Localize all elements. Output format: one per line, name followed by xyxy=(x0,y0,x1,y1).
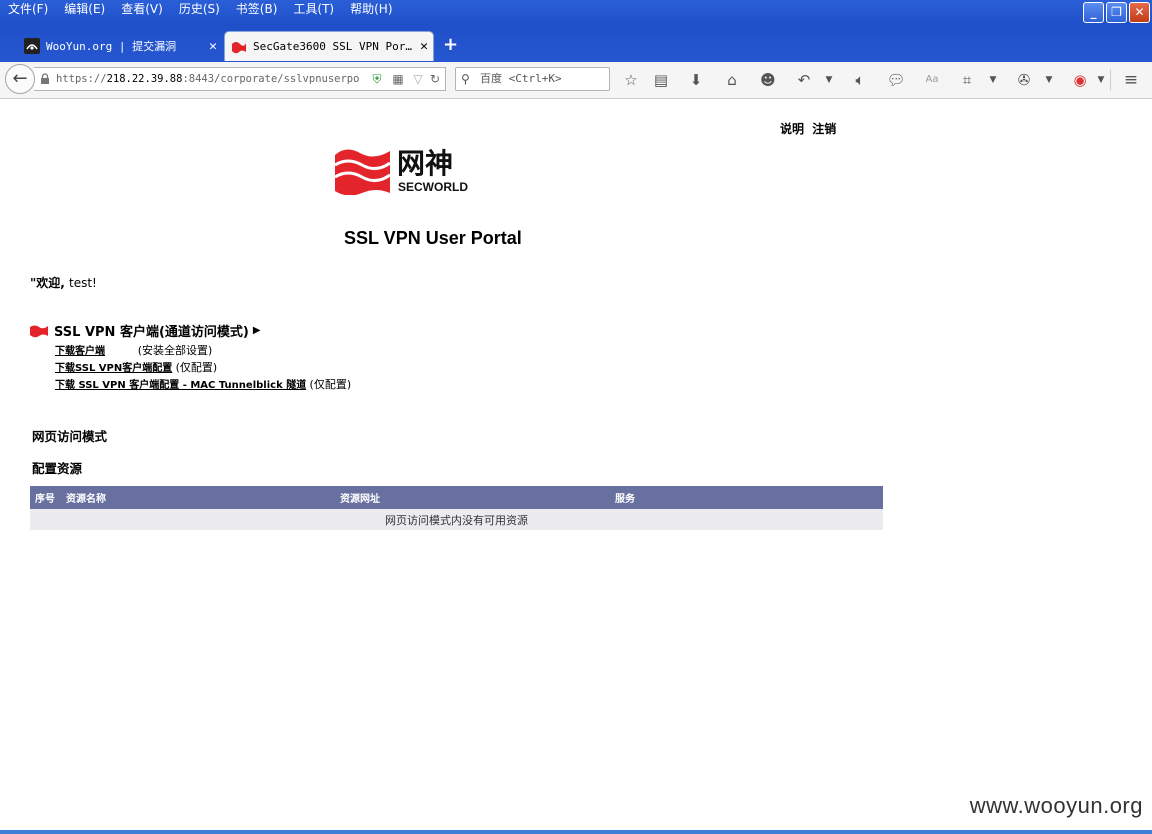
download-row: 下载 SSL VPN 客户端配置 - MAC Tunnelblick 隧道 (仅… xyxy=(55,378,352,391)
downloads-icon[interactable]: ⬇ xyxy=(685,69,707,91)
web-mode-heading: 网页访问模式 xyxy=(32,429,108,444)
resources-heading: 配置资源 xyxy=(32,461,83,476)
chat-bubble-icon[interactable]: 💬︎ xyxy=(885,69,907,91)
menu-file[interactable]: 文件(F) xyxy=(0,0,56,20)
home-icon[interactable]: ⌂ xyxy=(721,69,743,91)
resources-table: 序号 资源名称 资源网址 服务 网页访问模式内没有可用资源 xyxy=(30,486,883,530)
tab-label: WooYun.org | 提交漏洞 xyxy=(46,40,177,53)
table-row: 网页访问模式内没有可用资源 xyxy=(30,509,883,530)
menu-edit[interactable]: 编辑(E) xyxy=(56,0,113,20)
close-window-button[interactable]: ✕ xyxy=(1129,2,1150,23)
vpn-client-heading[interactable]: SSL VPN 客户端(通道访问模式) ▶ xyxy=(30,321,261,340)
smiley-icon[interactable]: ☻ xyxy=(757,69,779,91)
chevron-down-icon[interactable]: ▼ xyxy=(1038,69,1060,91)
chevron-down-icon[interactable]: ▼ xyxy=(982,69,1004,91)
menu-bookmarks[interactable]: 书签(B) xyxy=(228,0,286,20)
crop-icon[interactable]: ⌗ xyxy=(956,69,978,91)
menu-view[interactable]: 查看(V) xyxy=(113,0,171,20)
secworld-favicon-icon xyxy=(232,41,246,53)
dropdown-icon[interactable]: ▽ xyxy=(411,72,425,86)
back-arrow-icon: ← xyxy=(12,68,28,89)
download-client-link[interactable]: 下载客户端 xyxy=(55,346,105,357)
speaker-icon[interactable]: 🔈︎ xyxy=(849,69,871,91)
logout-link[interactable]: 注销 xyxy=(812,122,836,136)
search-input[interactable]: ⚲ 百度 <Ctrl+K> xyxy=(455,67,610,91)
col-resource-url: 资源网址 xyxy=(340,494,380,505)
restore-button[interactable]: ❐ xyxy=(1106,2,1127,23)
portal-page: 说明 注销 网神 SECWORLD SSL VPN User Portal "欢… xyxy=(0,99,1152,830)
table-header-row: 序号 资源名称 资源网址 服务 xyxy=(30,486,883,509)
watermark: www.wooyun.org xyxy=(969,793,1143,818)
col-service: 服务 xyxy=(615,494,635,505)
download-row: 下载SSL VPN客户端配置 (仅配置) xyxy=(55,361,218,374)
page-title: SSL VPN User Portal xyxy=(344,228,522,248)
bottom-border xyxy=(0,830,1152,834)
reader-mode-icon[interactable]: Aa xyxy=(921,69,943,91)
tab-label: SecGate3600 SSL VPN Por… xyxy=(253,40,412,53)
empty-message: 网页访问模式内没有可用资源 xyxy=(30,509,883,530)
secworld-logo: 网神 SECWORLD xyxy=(334,147,468,195)
menu-history[interactable]: 历史(S) xyxy=(171,0,228,20)
download-mac-config-link[interactable]: 下载 SSL VPN 客户端配置 - MAC Tunnelblick 隧道 xyxy=(55,380,306,391)
svg-text:SECWORLD: SECWORLD xyxy=(398,180,468,194)
svg-text:网神: 网神 xyxy=(397,147,453,180)
reading-list-icon[interactable]: ▤ xyxy=(650,69,672,91)
qr-code-icon[interactable]: ▦ xyxy=(391,72,405,86)
undo-icon[interactable]: ↶ xyxy=(793,69,815,91)
back-button[interactable]: ← xyxy=(5,64,35,94)
shield-icon[interactable]: ⛨ xyxy=(370,72,384,86)
download-row: 下载客户端 (安装全部设置) xyxy=(55,344,213,357)
expand-arrow-icon[interactable]: ▶ xyxy=(253,325,261,336)
extension-icon[interactable]: ✇ xyxy=(1013,69,1035,91)
search-icon: ⚲ xyxy=(461,72,470,86)
tab-secgate[interactable]: SecGate3600 SSL VPN Por… ✕ xyxy=(224,31,434,61)
col-index: 序号 xyxy=(35,494,55,505)
hamburger-menu-icon[interactable]: ≡ xyxy=(1120,69,1142,91)
welcome-message: "欢迎, test! xyxy=(30,276,97,290)
reload-icon[interactable]: ↻ xyxy=(428,72,442,86)
address-bar[interactable]: https://218.22.39.88:8443/corporate/sslv… xyxy=(34,67,446,91)
new-tab-button[interactable]: + xyxy=(443,34,458,55)
url-text: https://218.22.39.88:8443/corporate/sslv… xyxy=(56,73,361,85)
toolbar-divider xyxy=(1110,70,1111,90)
chevron-down-icon[interactable]: ▼ xyxy=(1090,69,1112,91)
top-links: 说明 注销 xyxy=(780,120,840,137)
username: test xyxy=(69,276,93,290)
menu-help[interactable]: 帮助(H) xyxy=(342,0,400,20)
navigation-toolbar: https://218.22.39.88:8443/corporate/sslv… xyxy=(0,62,1152,99)
lock-icon xyxy=(41,73,49,84)
tab-close-icon[interactable]: ✕ xyxy=(204,39,222,54)
bookmark-star-icon[interactable]: ☆ xyxy=(620,69,642,91)
browser-titlebar: 文件(F) 编辑(E) 查看(V) 历史(S) 书签(B) 工具(T) 帮助(H… xyxy=(0,0,1152,62)
download-config-link[interactable]: 下载SSL VPN客户端配置 xyxy=(55,363,172,374)
tab-wooyun[interactable]: WooYun.org | 提交漏洞 ✕ xyxy=(18,31,222,61)
help-link[interactable]: 说明 xyxy=(780,122,804,136)
menu-tools[interactable]: 工具(T) xyxy=(285,0,342,20)
chevron-down-icon[interactable]: ▼ xyxy=(818,69,840,91)
tab-close-icon[interactable]: ✕ xyxy=(415,39,433,54)
wooyun-favicon-icon xyxy=(24,38,40,54)
minimize-button[interactable]: _ xyxy=(1083,2,1104,23)
col-resource-name: 资源名称 xyxy=(66,494,106,505)
search-placeholder: 百度 <Ctrl+K> xyxy=(480,72,562,85)
menu-bar: 文件(F) 编辑(E) 查看(V) 历史(S) 书签(B) 工具(T) 帮助(H… xyxy=(0,0,401,20)
window-controls: _ ❐ ✕ xyxy=(1083,2,1150,23)
tab-strip: WooYun.org | 提交漏洞 ✕ SecGate3600 SSL VPN … xyxy=(0,29,1152,62)
addon-red-icon[interactable]: ◉ xyxy=(1069,69,1091,91)
secworld-flag-icon xyxy=(30,325,48,337)
